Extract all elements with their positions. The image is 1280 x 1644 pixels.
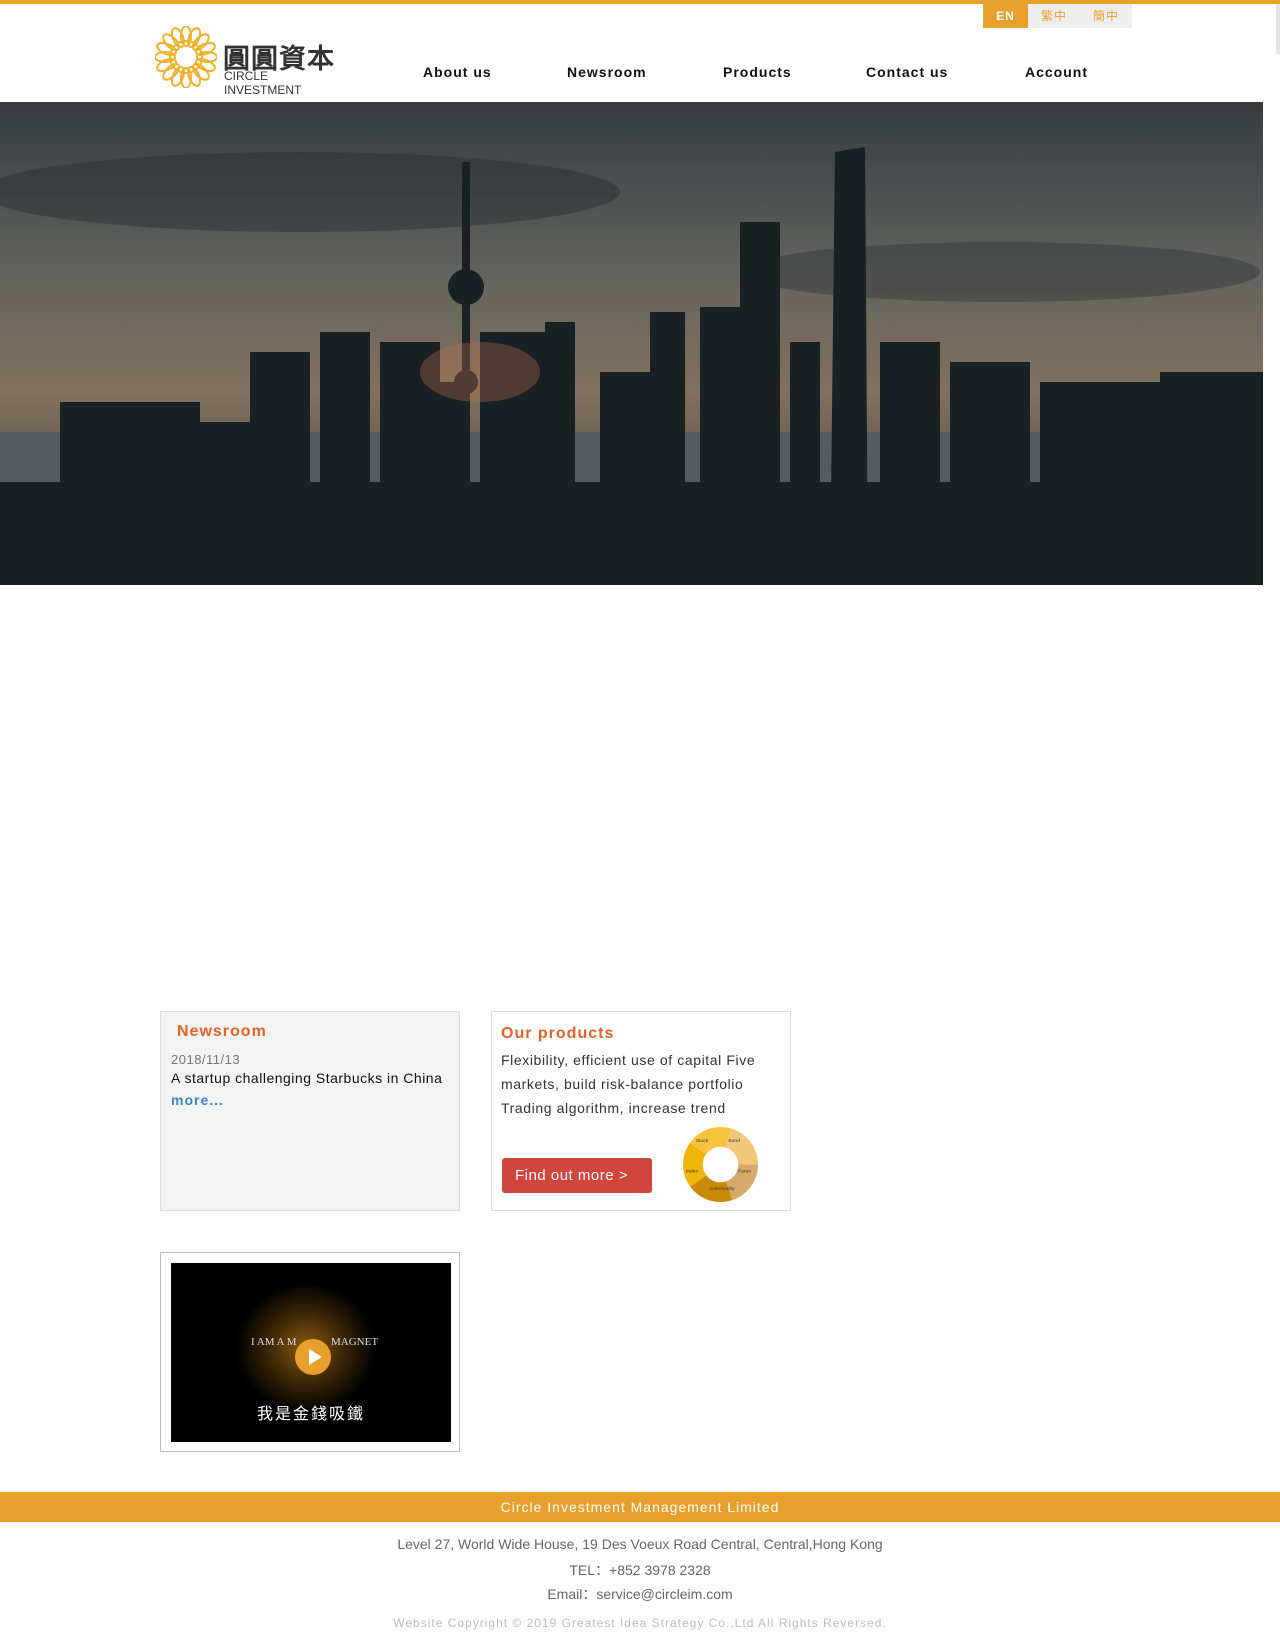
video-subtitle: 我是金錢吸鐵: [256, 1404, 365, 1423]
products-line: markets, build risk-balance portfolio: [501, 1076, 744, 1092]
donut-label: Index: [686, 1168, 699, 1174]
products-line: Trading algorithm, increase trend: [501, 1100, 726, 1116]
nav-products[interactable]: Products: [723, 64, 792, 80]
video-title-text: I AM A M: [251, 1336, 297, 1348]
lang-traditional-chinese-button[interactable]: 繁中: [1028, 4, 1080, 28]
nav-account[interactable]: Account: [1025, 64, 1088, 80]
donut-label: Commodity: [710, 1186, 735, 1192]
footer-address: Level 27, World Wide House, 19 Des Voeux…: [397, 1536, 883, 1552]
products-title: Our products: [501, 1025, 615, 1042]
newsroom-title: Newsroom: [177, 1023, 267, 1040]
news-headline-link[interactable]: A startup challenging Starbucks in China: [171, 1070, 451, 1086]
donut-label: Bond: [728, 1138, 740, 1144]
products-line: Flexibility, efficient use of capital Fi…: [501, 1052, 756, 1068]
donut-label: Forex: [738, 1168, 751, 1174]
video-title-text: MAGNET: [331, 1336, 379, 1348]
footer-copyright: Website Copyright © 2019 Greatest Idea S…: [393, 1616, 887, 1630]
products-card: Our products Flexibility, efficient use …: [491, 1011, 791, 1211]
logo-english-text: CIRCLE INVESTMENT: [224, 69, 302, 97]
logo[interactable]: 圓圓資本 CIRCLE INVESTMENT: [155, 25, 345, 97]
footer-tel: TEL：+852 3978 2328: [569, 1562, 711, 1578]
footer-email: Email：service@circleim.com: [547, 1586, 733, 1602]
nav-contact-us[interactable]: Contact us: [866, 64, 948, 80]
lang-simplified-chinese-button[interactable]: 簡中: [1080, 4, 1132, 28]
products-description: Flexibility, efficient use of capital Fi…: [501, 1048, 755, 1120]
play-icon[interactable]: [295, 1339, 331, 1375]
asset-allocation-donut-icon: Stock Bond Forex Commodity Index: [683, 1127, 758, 1202]
video-card[interactable]: I AM A M MAGNET 我是金錢吸鐵: [160, 1252, 460, 1452]
nav-about-us[interactable]: About us: [423, 64, 492, 80]
hero-city-skyline-image: [0, 102, 1263, 585]
footer-company-name: Circle Investment Management Limited: [0, 1492, 1280, 1522]
find-out-more-button[interactable]: Find out more >: [502, 1158, 652, 1193]
video-player[interactable]: I AM A M MAGNET 我是金錢吸鐵: [171, 1263, 451, 1442]
nav-newsroom[interactable]: Newsroom: [567, 64, 647, 80]
newsroom-card: Newsroom 2018/11/13 A startup challengin…: [160, 1011, 460, 1211]
news-more-link[interactable]: more...: [171, 1092, 224, 1108]
lang-en-button[interactable]: EN: [983, 4, 1028, 28]
news-date: 2018/11/13: [171, 1052, 241, 1067]
donut-label: Stock: [696, 1138, 709, 1144]
sunflower-logo-icon: [155, 26, 217, 88]
scrollbar[interactable]: [1276, 4, 1280, 54]
